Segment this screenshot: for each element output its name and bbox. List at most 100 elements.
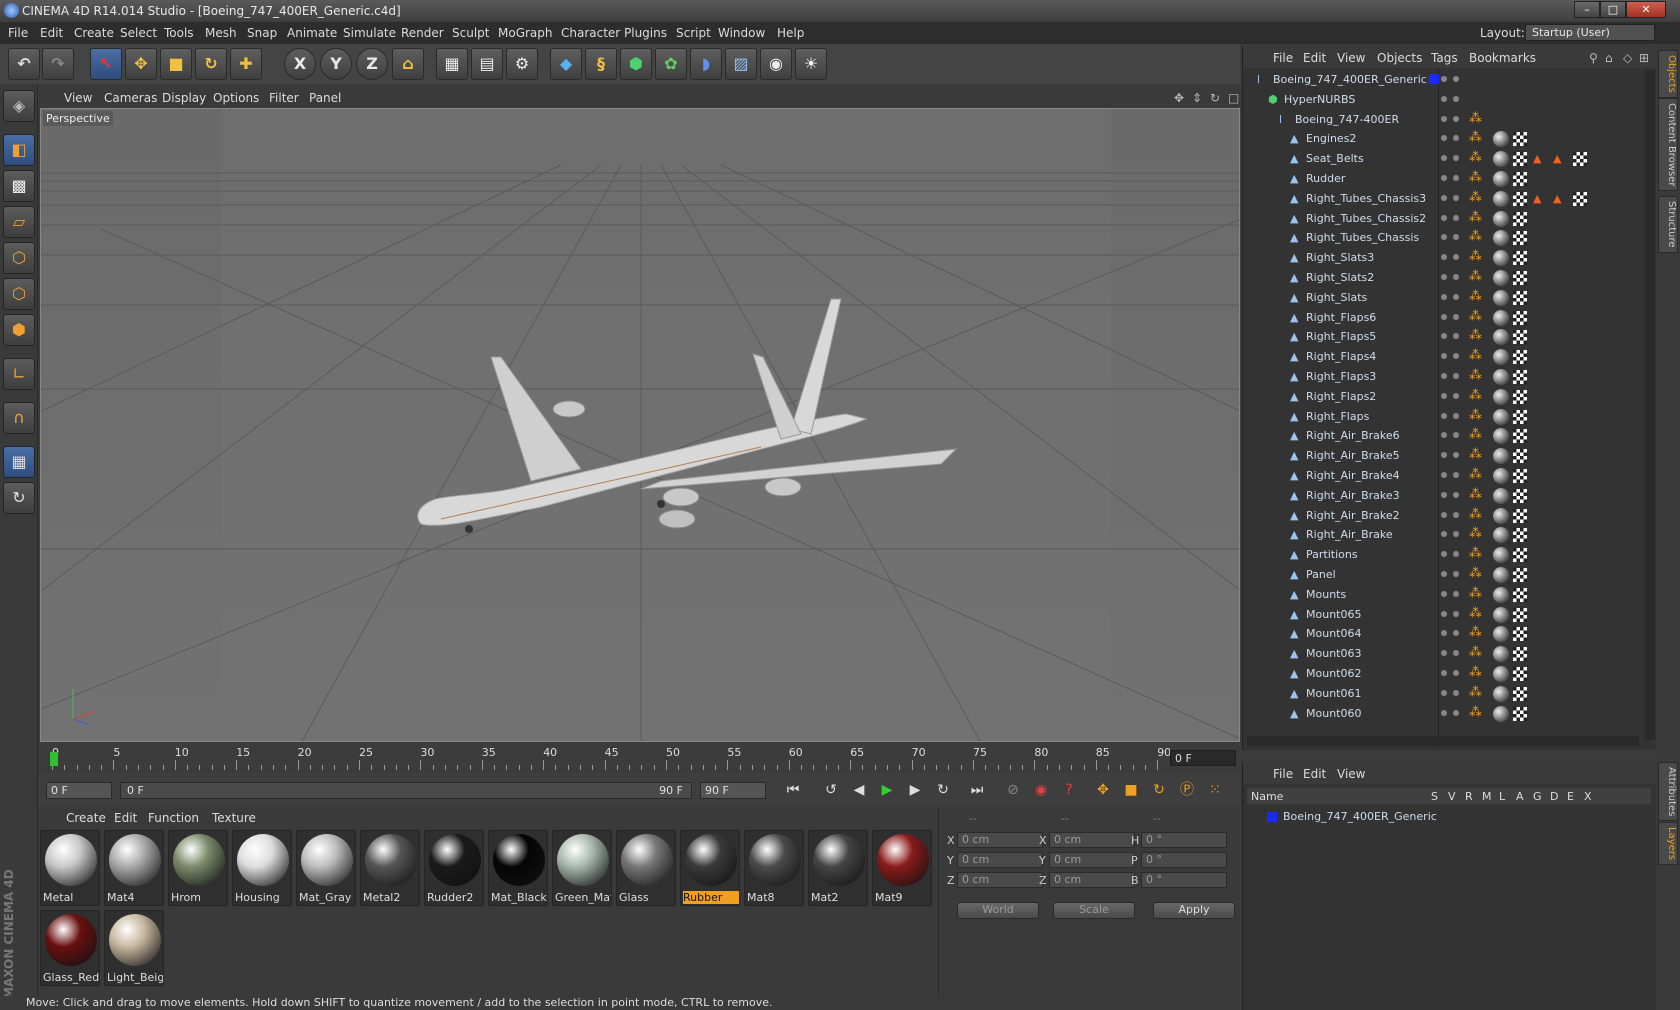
object-row[interactable]: ▲ Right_Air_Brake6 ⁂	[1243, 426, 1643, 446]
object-name[interactable]: Partitions	[1306, 548, 1358, 561]
material-swatch[interactable]: Metal	[40, 830, 100, 906]
object-name[interactable]: Right_Tubes_Chassis3	[1306, 192, 1426, 205]
phong-tag-icon[interactable]: ⁂	[1469, 666, 1483, 680]
material-tag-icon[interactable]	[1493, 190, 1509, 207]
material-tag-icon[interactable]	[1493, 210, 1509, 227]
object-row[interactable]: ▲ Right_Tubes_Chassis3 ⁂ ▲ ▲	[1243, 189, 1643, 209]
object-row[interactable]: ▲ Engines2 ⁂	[1243, 129, 1643, 149]
light-bulb-icon[interactable]: ☀	[795, 48, 827, 80]
object-row[interactable]: ▲ Right_Flaps5 ⁂	[1243, 327, 1643, 347]
texture-mode-icon[interactable]: ▩	[3, 170, 35, 202]
texture-tag-icon[interactable]	[1513, 251, 1527, 266]
timeline-ruler[interactable]: 051015202530354045505560657075808590 0 F	[38, 744, 1240, 774]
object-row[interactable]: ▲ Right_Slats3 ⁂	[1243, 248, 1643, 268]
scale-tool-icon[interactable]: ■	[160, 48, 192, 80]
object-name[interactable]: Mount064	[1306, 627, 1361, 640]
render-visibility-dot[interactable]	[1453, 76, 1459, 82]
phong-tag-icon[interactable]: ⁂	[1469, 210, 1483, 225]
phong-tag-icon[interactable]: ⁂	[1469, 606, 1483, 621]
render-picture-viewer-icon[interactable]: ▤	[471, 48, 503, 80]
texture-tag-icon[interactable]	[1513, 607, 1527, 622]
render-visibility-dot[interactable]	[1453, 373, 1459, 379]
coord-value-field[interactable]: 0 cm	[957, 832, 1043, 848]
object-row[interactable]: ▲ Mount064 ⁂	[1243, 624, 1643, 644]
editor-visibility-dot[interactable]	[1441, 333, 1447, 340]
viewport-menu-cameras[interactable]: Cameras	[104, 91, 157, 105]
editor-visibility-dot[interactable]	[1441, 571, 1447, 577]
texture-tag-icon[interactable]	[1513, 310, 1527, 325]
object-row[interactable]: ▲ Panel ⁂	[1243, 565, 1643, 585]
render-visibility-dot[interactable]	[1453, 590, 1459, 597]
material-tag-icon[interactable]	[1493, 131, 1509, 148]
editor-visibility-dot[interactable]	[1441, 650, 1447, 657]
material-swatch[interactable]: Metal2	[360, 830, 420, 906]
viewport-menu-display[interactable]: Display	[162, 91, 206, 105]
editor-visibility-dot[interactable]	[1441, 709, 1447, 716]
material-tag-icon[interactable]	[1493, 171, 1509, 187]
menu-mograph[interactable]: MoGraph	[498, 26, 553, 40]
render-visibility-dot[interactable]	[1453, 452, 1459, 459]
editor-visibility-dot[interactable]	[1441, 412, 1447, 419]
material-tag-icon[interactable]	[1493, 666, 1509, 682]
layer-column-header[interactable]: M	[1482, 790, 1492, 803]
render-visibility-dot[interactable]	[1453, 274, 1459, 280]
phong-tag-icon[interactable]: ⁂	[1469, 487, 1483, 502]
record-keys-icon[interactable]: ⊘	[1000, 778, 1026, 802]
texture-tag-icon[interactable]	[1513, 370, 1527, 384]
object-row[interactable]: ▲ Right_Air_Brake5 ⁂	[1243, 446, 1643, 466]
render-visibility-dot[interactable]	[1453, 551, 1459, 558]
render-visibility-dot[interactable]	[1453, 254, 1459, 261]
object-row[interactable]: ⅼ Boeing_747_400ER_Generic	[1243, 70, 1643, 90]
objects-menu-view[interactable]: View	[1337, 51, 1365, 65]
object-name[interactable]: Right_Flaps2	[1306, 390, 1376, 403]
menu-window[interactable]: Window	[718, 26, 765, 40]
object-name[interactable]: Mount063	[1306, 647, 1361, 660]
object-row[interactable]: ▲ Right_Flaps6 ⁂	[1243, 308, 1643, 328]
coord-value-field[interactable]: 0 °	[1141, 872, 1227, 888]
object-row[interactable]: ▲ Partitions ⁂	[1243, 545, 1643, 565]
editor-visibility-dot[interactable]	[1441, 432, 1447, 439]
perspective-viewport[interactable]: Perspective	[40, 108, 1240, 742]
phong-tag-icon[interactable]: ⁂	[1469, 448, 1483, 462]
start-frame-field[interactable]: 0 F	[46, 782, 112, 799]
material-tag-icon[interactable]	[1493, 349, 1509, 366]
material-tag-icon[interactable]	[1493, 151, 1509, 168]
material-swatch[interactable]: Glass	[616, 830, 676, 906]
object-name[interactable]: Boeing_747_400ER_Generic	[1273, 73, 1427, 86]
autokey-icon[interactable]: ◉	[1028, 778, 1054, 802]
texture-tag-icon[interactable]	[1513, 172, 1527, 186]
layer-column-header[interactable]: L	[1499, 790, 1505, 803]
objects-menu-tags[interactable]: Tags	[1431, 51, 1458, 65]
material-tag-icon[interactable]	[1493, 388, 1509, 405]
workplane-mode-icon[interactable]: ▱	[3, 206, 35, 238]
render-visibility-dot[interactable]	[1453, 95, 1459, 102]
render-visibility-dot[interactable]	[1453, 155, 1459, 162]
texture-tag-icon[interactable]	[1513, 508, 1527, 523]
editor-visibility-dot[interactable]	[1441, 353, 1447, 360]
render-visibility-dot[interactable]	[1453, 670, 1459, 676]
object-row[interactable]: ▲ Mount061 ⁂	[1243, 684, 1643, 704]
object-name[interactable]: Rudder	[1306, 172, 1345, 185]
phong-tag-icon[interactable]: ⁂	[1469, 547, 1483, 561]
render-visibility-dot[interactable]	[1453, 491, 1459, 498]
object-row[interactable]: ▲ Right_Tubes_Chassis ⁂	[1243, 228, 1643, 248]
phong-tag-icon[interactable]: ⁂	[1469, 507, 1483, 522]
material-menu-edit[interactable]: Edit	[114, 811, 137, 825]
object-name[interactable]: Panel	[1306, 568, 1336, 581]
object-name[interactable]: Boeing_747-400ER	[1295, 113, 1399, 126]
viewport-menu-view[interactable]: View	[64, 91, 92, 105]
object-row[interactable]: ▲ Right_Air_Brake ⁂	[1243, 525, 1643, 545]
phong-tag-icon[interactable]: ⁂	[1469, 190, 1483, 205]
deformer-icon[interactable]: ◗	[690, 48, 722, 80]
end-frame-field[interactable]: 90 F	[700, 782, 766, 799]
texture-tag-icon[interactable]	[1513, 548, 1527, 563]
material-tag-icon[interactable]	[1493, 428, 1509, 445]
render-visibility-dot[interactable]	[1453, 234, 1459, 241]
minimize-button[interactable]: –	[1574, 1, 1600, 18]
phong-tag-icon[interactable]: ⁂	[1469, 369, 1483, 383]
layer-column-header[interactable]: X	[1584, 790, 1592, 803]
coordinate-system-icon[interactable]: ⌂	[392, 48, 424, 80]
layer-column-header[interactable]: D	[1550, 790, 1558, 803]
editor-visibility-dot[interactable]	[1441, 313, 1447, 320]
material-swatch[interactable]: Mat_Black	[488, 830, 548, 906]
